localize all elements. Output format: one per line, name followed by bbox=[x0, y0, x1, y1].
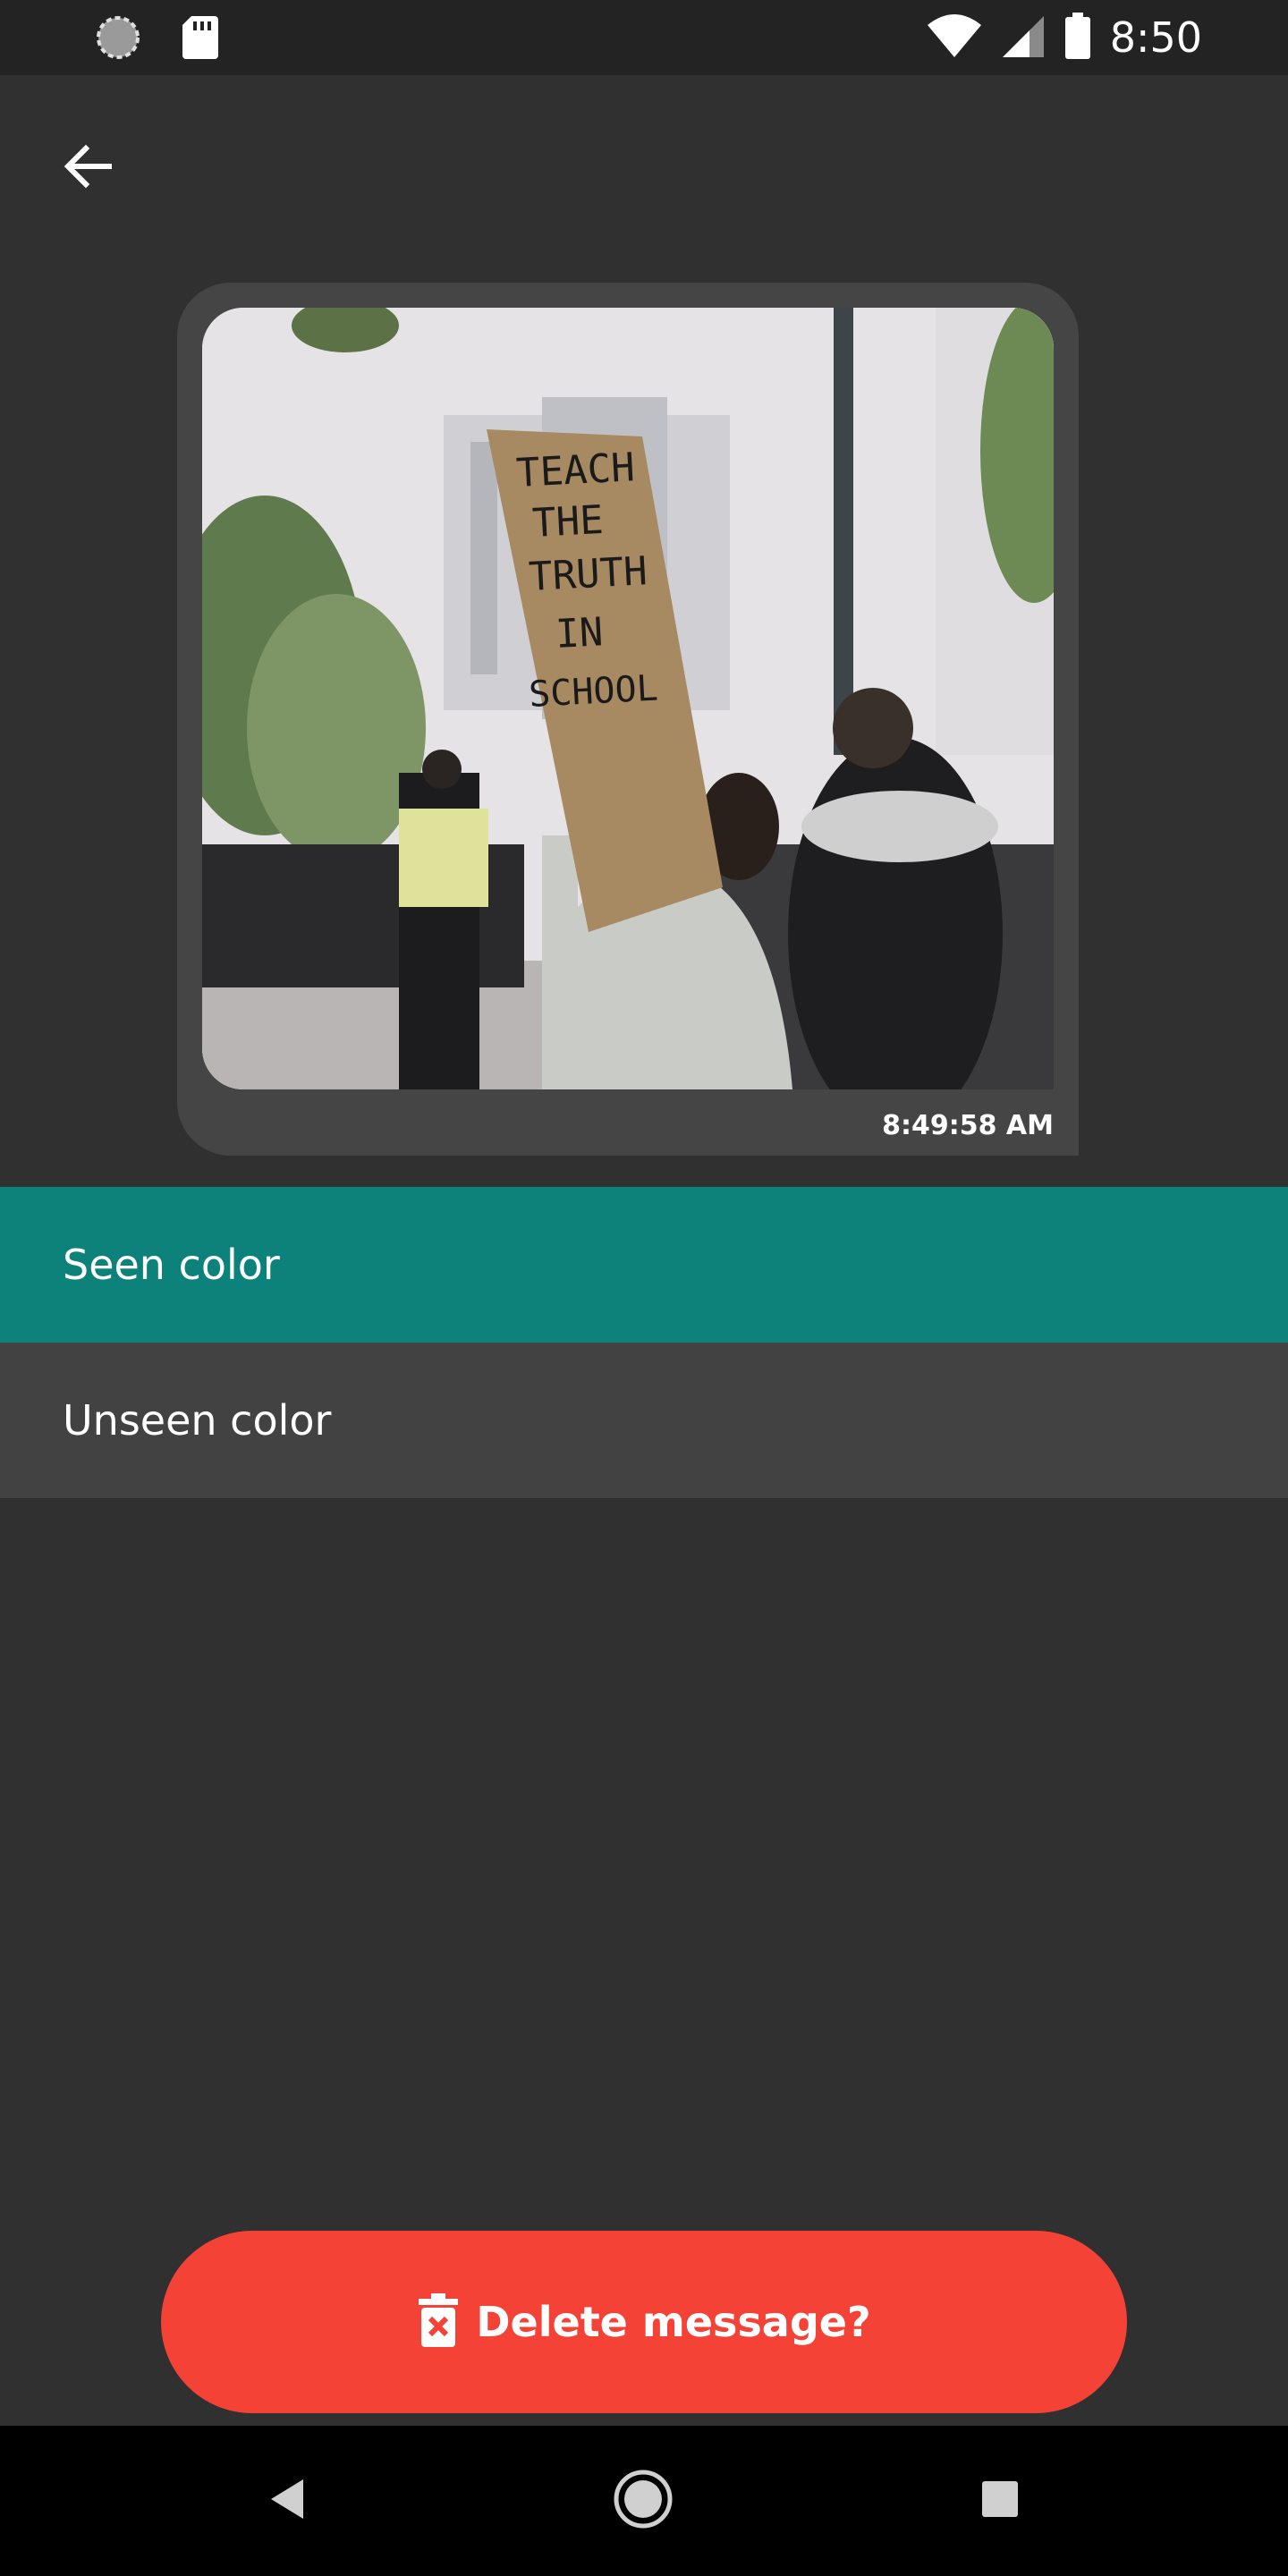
unseen-color-label: Unseen color bbox=[63, 1396, 332, 1445]
nav-recents-button[interactable] bbox=[964, 2465, 1036, 2537]
arrow-back-icon bbox=[61, 140, 114, 197]
svg-text:THE: THE bbox=[531, 497, 605, 547]
status-time: 8:50 bbox=[1109, 13, 1202, 62]
sd-card-icon bbox=[179, 13, 222, 66]
navigation-bar bbox=[0, 2426, 1288, 2576]
sync-icon bbox=[93, 13, 143, 66]
message-timestamp: 8:49:58 AM bbox=[882, 1110, 1054, 1141]
delete-message-button[interactable]: Delete message? bbox=[161, 2231, 1127, 2413]
seen-color-label: Seen color bbox=[63, 1241, 280, 1289]
nav-home-button[interactable] bbox=[607, 2465, 679, 2537]
status-left-icons bbox=[93, 13, 222, 66]
svg-text:TRUTH: TRUTH bbox=[528, 548, 648, 600]
status-bar: 8:50 bbox=[0, 0, 1288, 75]
back-button[interactable] bbox=[52, 132, 123, 204]
svg-text:TEACH: TEACH bbox=[515, 445, 636, 496]
svg-text:IN: IN bbox=[555, 609, 605, 657]
message-image[interactable]: TEACH THE TRUTH IN SCHOOL bbox=[202, 308, 1054, 1089]
wifi-icon bbox=[926, 13, 983, 63]
delete-message-label: Delete message? bbox=[476, 2298, 871, 2346]
seen-color-option[interactable]: Seen color bbox=[0, 1187, 1288, 1343]
signal-icon bbox=[1001, 13, 1046, 63]
status-right-icons: 8:50 bbox=[926, 11, 1202, 64]
svg-text:SCHOOL: SCHOOL bbox=[528, 667, 659, 715]
home-circle-icon bbox=[613, 2469, 674, 2533]
recents-square-icon bbox=[980, 2479, 1020, 2522]
back-triangle-icon bbox=[267, 2478, 307, 2524]
message-bubble[interactable]: TEACH THE TRUTH IN SCHOOL 8:49:58 AM bbox=[177, 283, 1079, 1156]
battery-icon bbox=[1063, 11, 1092, 64]
trash-x-icon bbox=[417, 2292, 460, 2352]
app-bar bbox=[0, 75, 1288, 250]
unseen-color-option[interactable]: Unseen color bbox=[0, 1343, 1288, 1498]
protest-photo: TEACH THE TRUTH IN SCHOOL bbox=[202, 308, 1054, 1089]
nav-back-button[interactable] bbox=[251, 2465, 323, 2537]
